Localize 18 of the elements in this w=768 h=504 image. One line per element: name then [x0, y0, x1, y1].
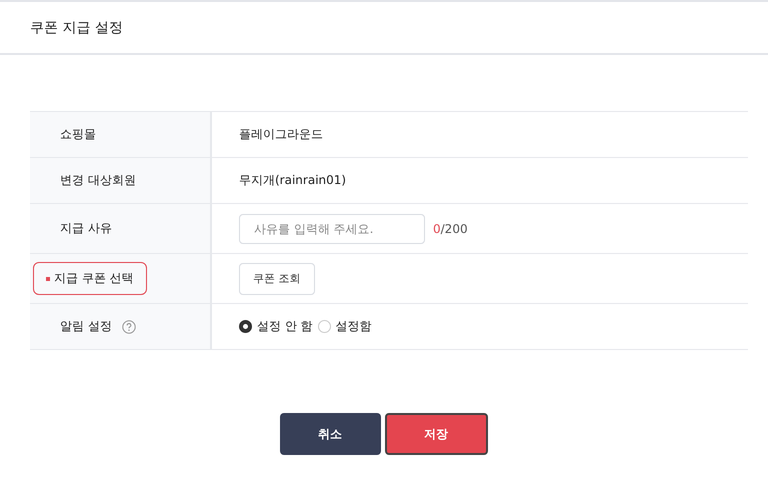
- radio-button[interactable]: [239, 320, 252, 333]
- coupon-search-button[interactable]: 쿠폰 조회: [239, 262, 314, 294]
- save-button[interactable]: 저장: [384, 413, 488, 455]
- help-icon[interactable]: [122, 320, 136, 334]
- reason-input-field[interactable]: 사유를 입력해 주세요.: [239, 214, 425, 244]
- field-label: 지급 쿠폰 선택: [54, 270, 134, 287]
- radio-label[interactable]: 설정 안 함: [257, 318, 313, 335]
- field-label: 지급 사유: [60, 220, 112, 237]
- cancel-button[interactable]: 취소: [280, 413, 380, 455]
- char-limit: /200: [440, 222, 468, 236]
- char-count: 0: [433, 222, 441, 236]
- page-title: 쿠폰 지급 설정: [30, 18, 123, 36]
- radio-label[interactable]: 설정함: [336, 318, 372, 335]
- field-value: 무지개(rainrain01): [239, 172, 346, 189]
- field-label: 알림 설정: [60, 318, 112, 335]
- field-value: 플레이그라운드: [239, 126, 323, 143]
- field-label: 변경 대상회원: [60, 172, 136, 189]
- field-label: 쇼핑몰: [60, 126, 96, 143]
